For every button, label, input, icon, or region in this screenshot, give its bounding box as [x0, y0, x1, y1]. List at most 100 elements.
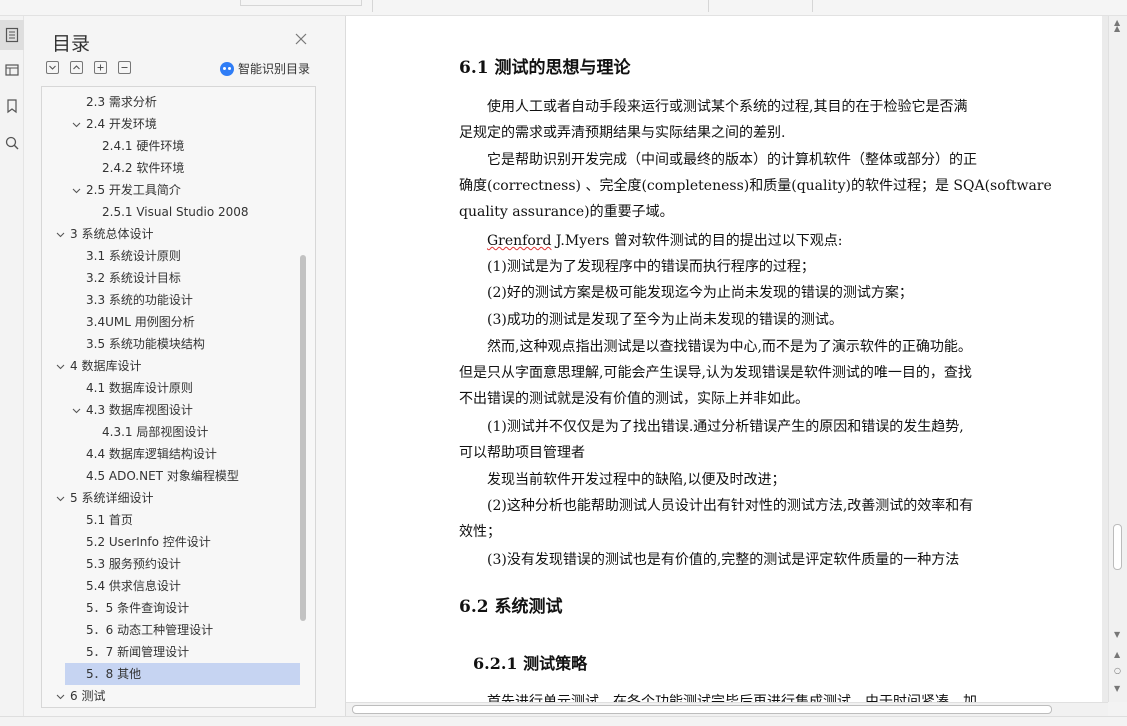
heading-6-1: 6.1 测试的思想与理论 [459, 58, 631, 78]
paragraph-line: (1)测试是为了发现程序中的错误而执行程序的过程； [487, 259, 815, 275]
paragraph-line: quality assurance)的重要子域。 [459, 204, 674, 220]
toc-item-label: 5.3 服务预约设计 [86, 557, 181, 571]
paragraph-text: J.Myers 曾对软件测试的目的提出过以下观点: [551, 233, 843, 249]
toc-item-label: 3.2 系统设计目标 [86, 271, 181, 285]
horizontal-scrollbar-thumb[interactable] [352, 705, 1052, 714]
vertical-scrollbar[interactable]: ▲ ▲ ▼ ▲ ○ ▼ [1108, 16, 1127, 702]
paragraph-line: 但是只从字面意思理解,可能会产生误导,认为发现错误是软件测试的唯一目的，查找 [459, 365, 972, 381]
toolbar-input-box[interactable] [240, 0, 362, 6]
expand-all-button[interactable] [46, 61, 59, 74]
scroll-up-icon[interactable]: ▲ [1114, 24, 1120, 33]
paragraph-5: (2)好的测试方案是极可能发现迄今为止尚未发现的错误的测试方案； [459, 280, 1049, 306]
chevron-down-icon[interactable] [56, 692, 65, 701]
paragraph-line: 它是帮助识别开发完成（中间或最终的版本）的计算机软件（整体或部分）的正 [487, 152, 977, 168]
toc-item[interactable]: 2.4 开发环境 [42, 113, 300, 135]
toc-item[interactable]: 4.3 数据库视图设计 [42, 399, 300, 421]
toc-item[interactable]: 4.4 数据库逻辑结构设计 [42, 443, 300, 465]
toc-item[interactable]: 3.5 系统功能模块结构 [42, 333, 300, 355]
chevron-down-icon [49, 65, 56, 70]
paragraph-line: (3)没有发现错误的测试也是有价值的,完整的测试是评定软件质量的一种方法 [487, 552, 960, 568]
toolbar-divider [372, 0, 373, 12]
toc-list: 2.3 需求分析 2.4 开发环境 2.4.1 硬件环境 2.4.2 软件环境 2.5 … [42, 91, 300, 707]
toc-item-label: 2.4.1 硬件环境 [102, 139, 185, 153]
paragraph-line: (2)好的测试方案是极可能发现迄今为止尚未发现的错误的测试方案； [487, 285, 913, 301]
toc-scrollbar-thumb[interactable] [300, 255, 306, 621]
toc-item-label: 4.5 ADO.NET 对象编程模型 [86, 469, 239, 483]
toc-item[interactable]: 3.2 系统设计目标 [42, 267, 300, 289]
spellcheck-word[interactable]: Grenford [487, 233, 551, 249]
chevron-down-icon[interactable] [56, 362, 65, 371]
toc-item[interactable]: 2.4.2 软件环境 [42, 157, 300, 179]
toc-item-label: 5．6 动态工种管理设计 [86, 623, 214, 637]
toc-item[interactable]: 3.4UML 用例图分析 [42, 311, 300, 333]
toc-item-label: 5．8 其他 [86, 667, 142, 681]
paragraph-6: (3)成功的测试是发现了至今为止尚未发现的错误的测试。 [459, 307, 1049, 333]
add-heading-button[interactable] [94, 61, 107, 74]
toc-item[interactable]: 5.2 UserInfo 控件设计 [42, 531, 300, 553]
paragraph-line: 使用人工或者自动手段来运行或测试某个系统的过程,其目的在于检验它是否满 [487, 99, 968, 115]
toc-item[interactable]: 3 系统总体设计 [42, 223, 300, 245]
toc-item[interactable]: 2.5.1 Visual Studio 2008 [42, 201, 300, 223]
chevron-down-icon[interactable] [56, 230, 65, 239]
toc-item[interactable]: 4.1 数据库设计原则 [42, 377, 300, 399]
toc-icon [5, 27, 19, 43]
toc-item[interactable]: 5．5 条件查询设计 [42, 597, 300, 619]
toc-item-label: 3 系统总体设计 [70, 227, 154, 241]
bookmark-icon [7, 99, 17, 114]
paragraph-12: 首先进行单元测试，在各个功能测试完毕后再进行集成测试，由于时间紧凑，加 [459, 689, 1049, 702]
status-bar [0, 716, 1127, 726]
heading-6-2-1: 6.2.1 测试策略 [473, 654, 588, 673]
paragraph-4: (1)测试是为了发现程序中的错误而执行程序的过程； [459, 254, 1049, 280]
toc-item[interactable]: 4 数据库设计 [42, 355, 300, 377]
toc-item[interactable]: 2.3 需求分析 [42, 91, 300, 113]
bookmark-button[interactable] [0, 91, 24, 121]
chevron-down-icon[interactable] [72, 406, 81, 415]
toc-item-label: 4.3.1 局部视图设计 [102, 425, 209, 439]
toc-item[interactable]: 4.3.1 局部视图设计 [42, 421, 300, 443]
chevron-down-icon[interactable] [56, 494, 65, 503]
toc-item[interactable]: 5.1 首页 [42, 509, 300, 531]
paragraph-line: 确度(correctness) 、完全度(completeness)和质量(qu… [459, 178, 1052, 194]
toc-item[interactable]: 5.4 供求信息设计 [42, 575, 300, 597]
plus-icon [97, 64, 104, 71]
chevron-down-icon[interactable] [72, 120, 81, 129]
page-icon[interactable]: ○ [1114, 666, 1121, 675]
vertical-scrollbar-thumb[interactable] [1113, 524, 1122, 570]
smart-toc-button[interactable]: 智能识别目录 [220, 60, 310, 77]
toc-item[interactable]: 5．8 其他 [65, 663, 300, 685]
chevron-down-icon[interactable] [72, 186, 81, 195]
toc-item-label: 3.1 系统设计原则 [86, 249, 181, 263]
document-page[interactable]: 6.1 测试的思想与理论 使用人工或者自动手段来运行或测试某个系统的过程,其目的… [346, 16, 1102, 702]
paragraph-line: (2)这种分析也能帮助测试人员设计出有针对性的测试方法,改善测试的效率和有 [487, 498, 974, 514]
toc-item[interactable]: 5．6 动态工种管理设计 [42, 619, 300, 641]
toc-item[interactable]: 3.1 系统设计原则 [42, 245, 300, 267]
toc-item[interactable]: 2.4.1 硬件环境 [42, 135, 300, 157]
toc-title: 目录 [52, 33, 91, 55]
horizontal-scrollbar[interactable] [346, 702, 1108, 716]
toc-item-label: 6 测试 [70, 689, 106, 703]
toc-item[interactable]: 5 系统详细设计 [42, 487, 300, 509]
toolbar-divider [812, 0, 813, 12]
chapter-nav-button[interactable] [0, 55, 24, 85]
toc-item-label: 2.5 开发工具简介 [86, 183, 181, 197]
prev-page-icon[interactable]: ▲ [1114, 650, 1120, 659]
toc-item-label: 3.4UML 用例图分析 [86, 315, 195, 329]
next-page-icon[interactable]: ▼ [1114, 684, 1120, 693]
close-icon[interactable] [294, 32, 308, 46]
toc-item[interactable]: 6 测试 [42, 685, 300, 707]
paragraph-8: (1)测试并不仅仅是为了找出错误.通过分析错误产生的原因和错误的发生趋势, 可以… [459, 414, 1049, 466]
toc-item[interactable]: 5.3 服务预约设计 [42, 553, 300, 575]
toc-item[interactable]: 3.3 系统的功能设计 [42, 289, 300, 311]
collapse-all-button[interactable] [70, 61, 83, 74]
remove-heading-button[interactable] [118, 61, 131, 74]
toc-item[interactable]: 2.5 开发工具简介 [42, 179, 300, 201]
top-toolbar-strip [0, 0, 1127, 16]
toc-item[interactable]: 4.5 ADO.NET 对象编程模型 [42, 465, 300, 487]
paragraph-2: 它是帮助识别开发完成（中间或最终的版本）的计算机软件（整体或部分）的正 确度(c… [459, 147, 1052, 225]
search-button[interactable] [0, 128, 24, 158]
paragraph-3: Grenford J.Myers 曾对软件测试的目的提出过以下观点: [459, 228, 1049, 254]
toc-panel-button[interactable] [0, 20, 24, 50]
toc-item[interactable]: 5．7 新闻管理设计 [42, 641, 300, 663]
paragraph-line: 首先进行单元测试，在各个功能测试完毕后再进行集成测试，由于时间紧凑，加 [487, 694, 977, 702]
scroll-down-icon[interactable]: ▼ [1114, 630, 1120, 639]
